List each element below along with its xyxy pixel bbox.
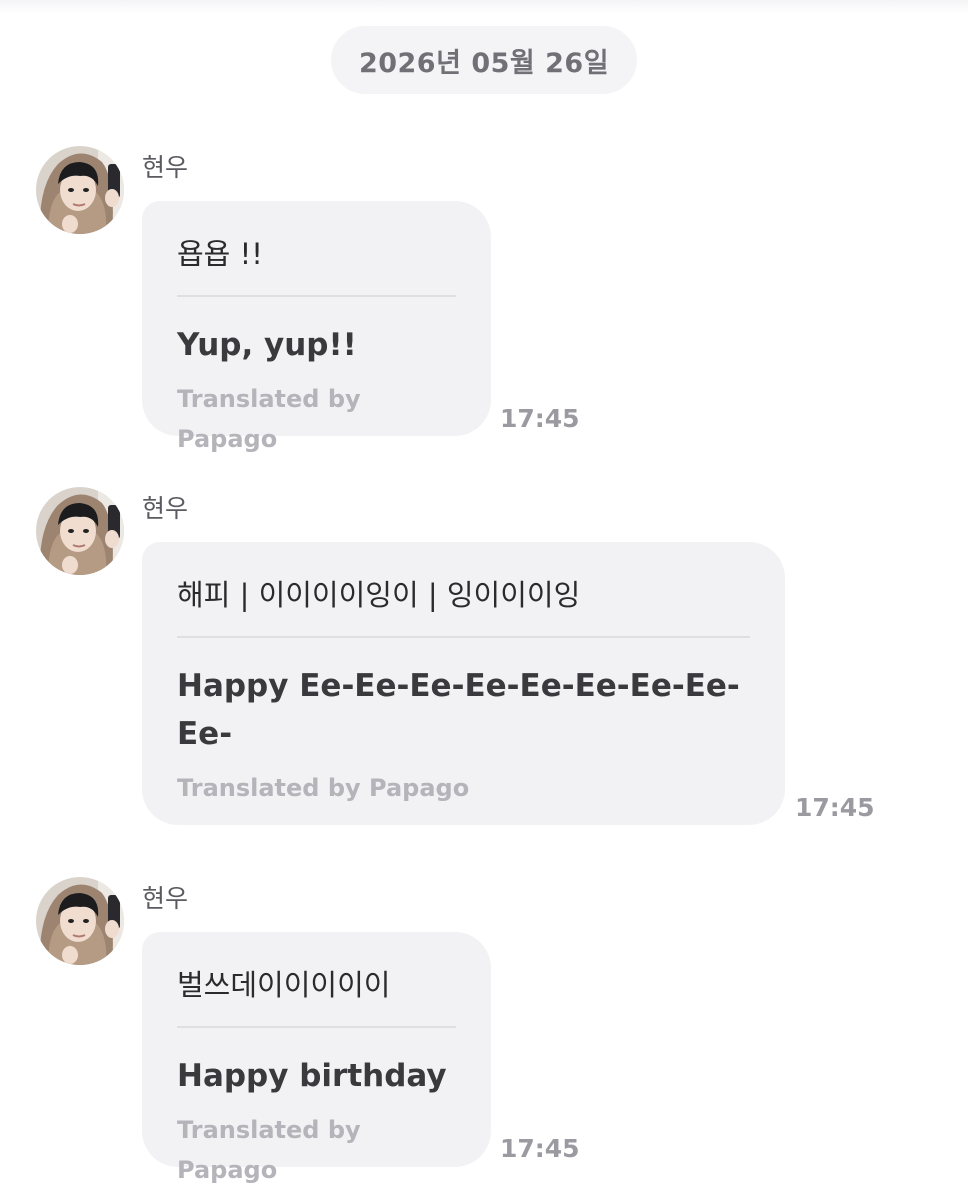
avatar-image (36, 487, 124, 575)
message-time: 17:45 (500, 1134, 580, 1163)
sender-avatar[interactable] (36, 146, 124, 234)
avatar-image (36, 146, 124, 234)
top-fade (0, 0, 968, 14)
message-bubble[interactable]: 욥욥 !! Yup, yup!! Translated by Papago (142, 201, 491, 453)
translation-divider (177, 636, 750, 638)
message-item: 현우 벌쓰데이이이이이 Happy birthday Translated by… (0, 877, 968, 1184)
translation-credit: Translated by Papago (177, 1116, 361, 1184)
translation-credit: Translated by Papago (177, 385, 361, 453)
avatar-image (36, 877, 124, 965)
message-item: 현우 욥욥 !! Yup, yup!! Translated by Papago… (0, 146, 968, 453)
translation-credit: Translated by Papago (177, 774, 470, 802)
message-item: 현우 해피 | 이이이이잉이 | 잉이이이잉 Happy Ee-Ee-Ee-Ee… (0, 487, 968, 832)
sender-avatar[interactable] (36, 877, 124, 965)
date-divider: 2026년 05월 26일 (331, 26, 637, 94)
original-text: 욥욥 !! (177, 237, 263, 271)
translated-text: Happy Ee-Ee-Ee-Ee-Ee-Ee-Ee-Ee-Ee- (177, 668, 740, 752)
translation-divider (177, 1026, 456, 1028)
translated-text: Happy birthday (177, 1058, 447, 1094)
sender-name: 현우 (142, 494, 189, 523)
sender-name: 현우 (142, 884, 189, 913)
sender-name: 현우 (142, 153, 189, 182)
translated-text: Yup, yup!! (177, 327, 357, 363)
original-text: 해피 | 이이이이잉이 | 잉이이이잉 (177, 578, 581, 612)
message-time: 17:45 (500, 404, 580, 433)
translation-divider (177, 295, 456, 297)
message-bubble[interactable]: 벌쓰데이이이이이 Happy birthday Translated by Pa… (142, 932, 491, 1184)
original-text: 벌쓰데이이이이이 (177, 968, 391, 1002)
sender-avatar[interactable] (36, 487, 124, 575)
message-time: 17:45 (795, 793, 875, 822)
message-bubble[interactable]: 해피 | 이이이이잉이 | 잉이이이잉 Happy Ee-Ee-Ee-Ee-Ee… (142, 542, 785, 825)
